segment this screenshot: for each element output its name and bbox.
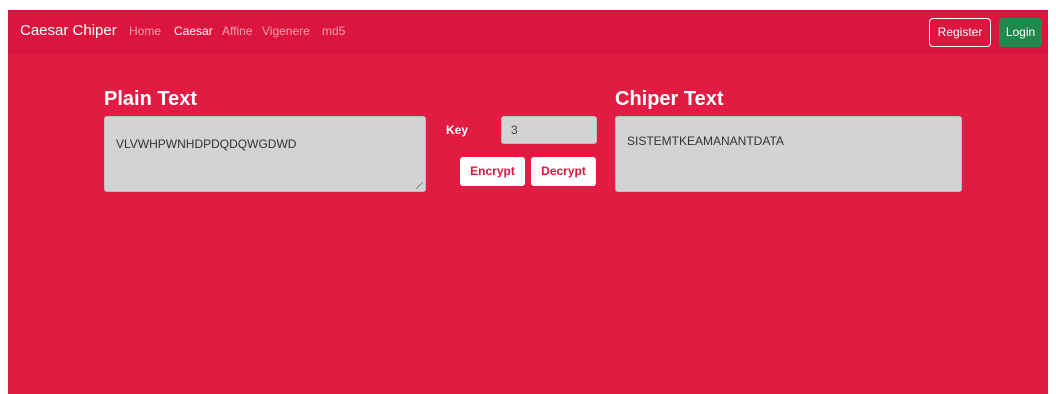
brand-title[interactable]: Caesar Chiper <box>20 22 117 39</box>
register-button[interactable]: Register <box>929 18 991 47</box>
cipher-text-value: SISTEMTKEAMANANTDATA <box>627 134 784 148</box>
nav-link-vigenere[interactable]: Vigenere <box>262 24 310 38</box>
plain-text-value: VLVWHPWNHDPDQDQWGDWD <box>116 137 297 151</box>
app-frame: Caesar Chiper Home Caesar Affine Vigener… <box>8 10 1048 394</box>
plain-text-input[interactable]: VLVWHPWNHDPDQDQWGDWD <box>104 116 426 192</box>
decrypt-button[interactable]: Decrypt <box>531 157 596 186</box>
cipher-text-heading: Chiper Text <box>615 88 724 110</box>
nav-link-md5[interactable]: md5 <box>322 24 345 38</box>
resize-grip-icon[interactable] <box>416 182 423 189</box>
key-label: Key <box>446 123 469 137</box>
login-button[interactable]: Login <box>999 18 1042 47</box>
encrypt-button[interactable]: Encrypt <box>460 157 525 186</box>
nav-link-caesar[interactable]: Caesar <box>174 24 213 38</box>
cipher-text-output[interactable]: SISTEMTKEAMANANTDATA <box>615 116 962 192</box>
plain-text-heading: Plain Text <box>104 88 197 110</box>
key-input[interactable]: 3 <box>501 116 597 144</box>
navbar: Caesar Chiper Home Caesar Affine Vigener… <box>8 10 1048 54</box>
nav-link-home[interactable]: Home <box>129 24 161 38</box>
nav-link-affine[interactable]: Affine <box>222 24 252 38</box>
